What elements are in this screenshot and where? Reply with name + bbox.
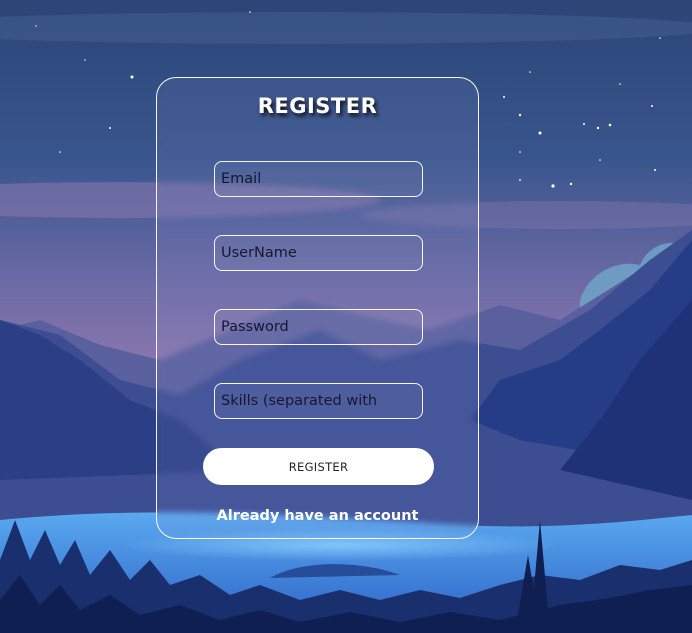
form-title: REGISTER xyxy=(257,94,378,118)
skills-field[interactable] xyxy=(214,383,423,419)
login-link[interactable]: Already have an account xyxy=(157,508,478,524)
password-field[interactable] xyxy=(214,309,423,345)
register-button[interactable]: REGISTER xyxy=(203,448,434,485)
email-field[interactable] xyxy=(214,161,423,197)
username-field[interactable] xyxy=(214,235,423,271)
register-card: REGISTER REGISTER Already have an accoun… xyxy=(156,77,479,539)
